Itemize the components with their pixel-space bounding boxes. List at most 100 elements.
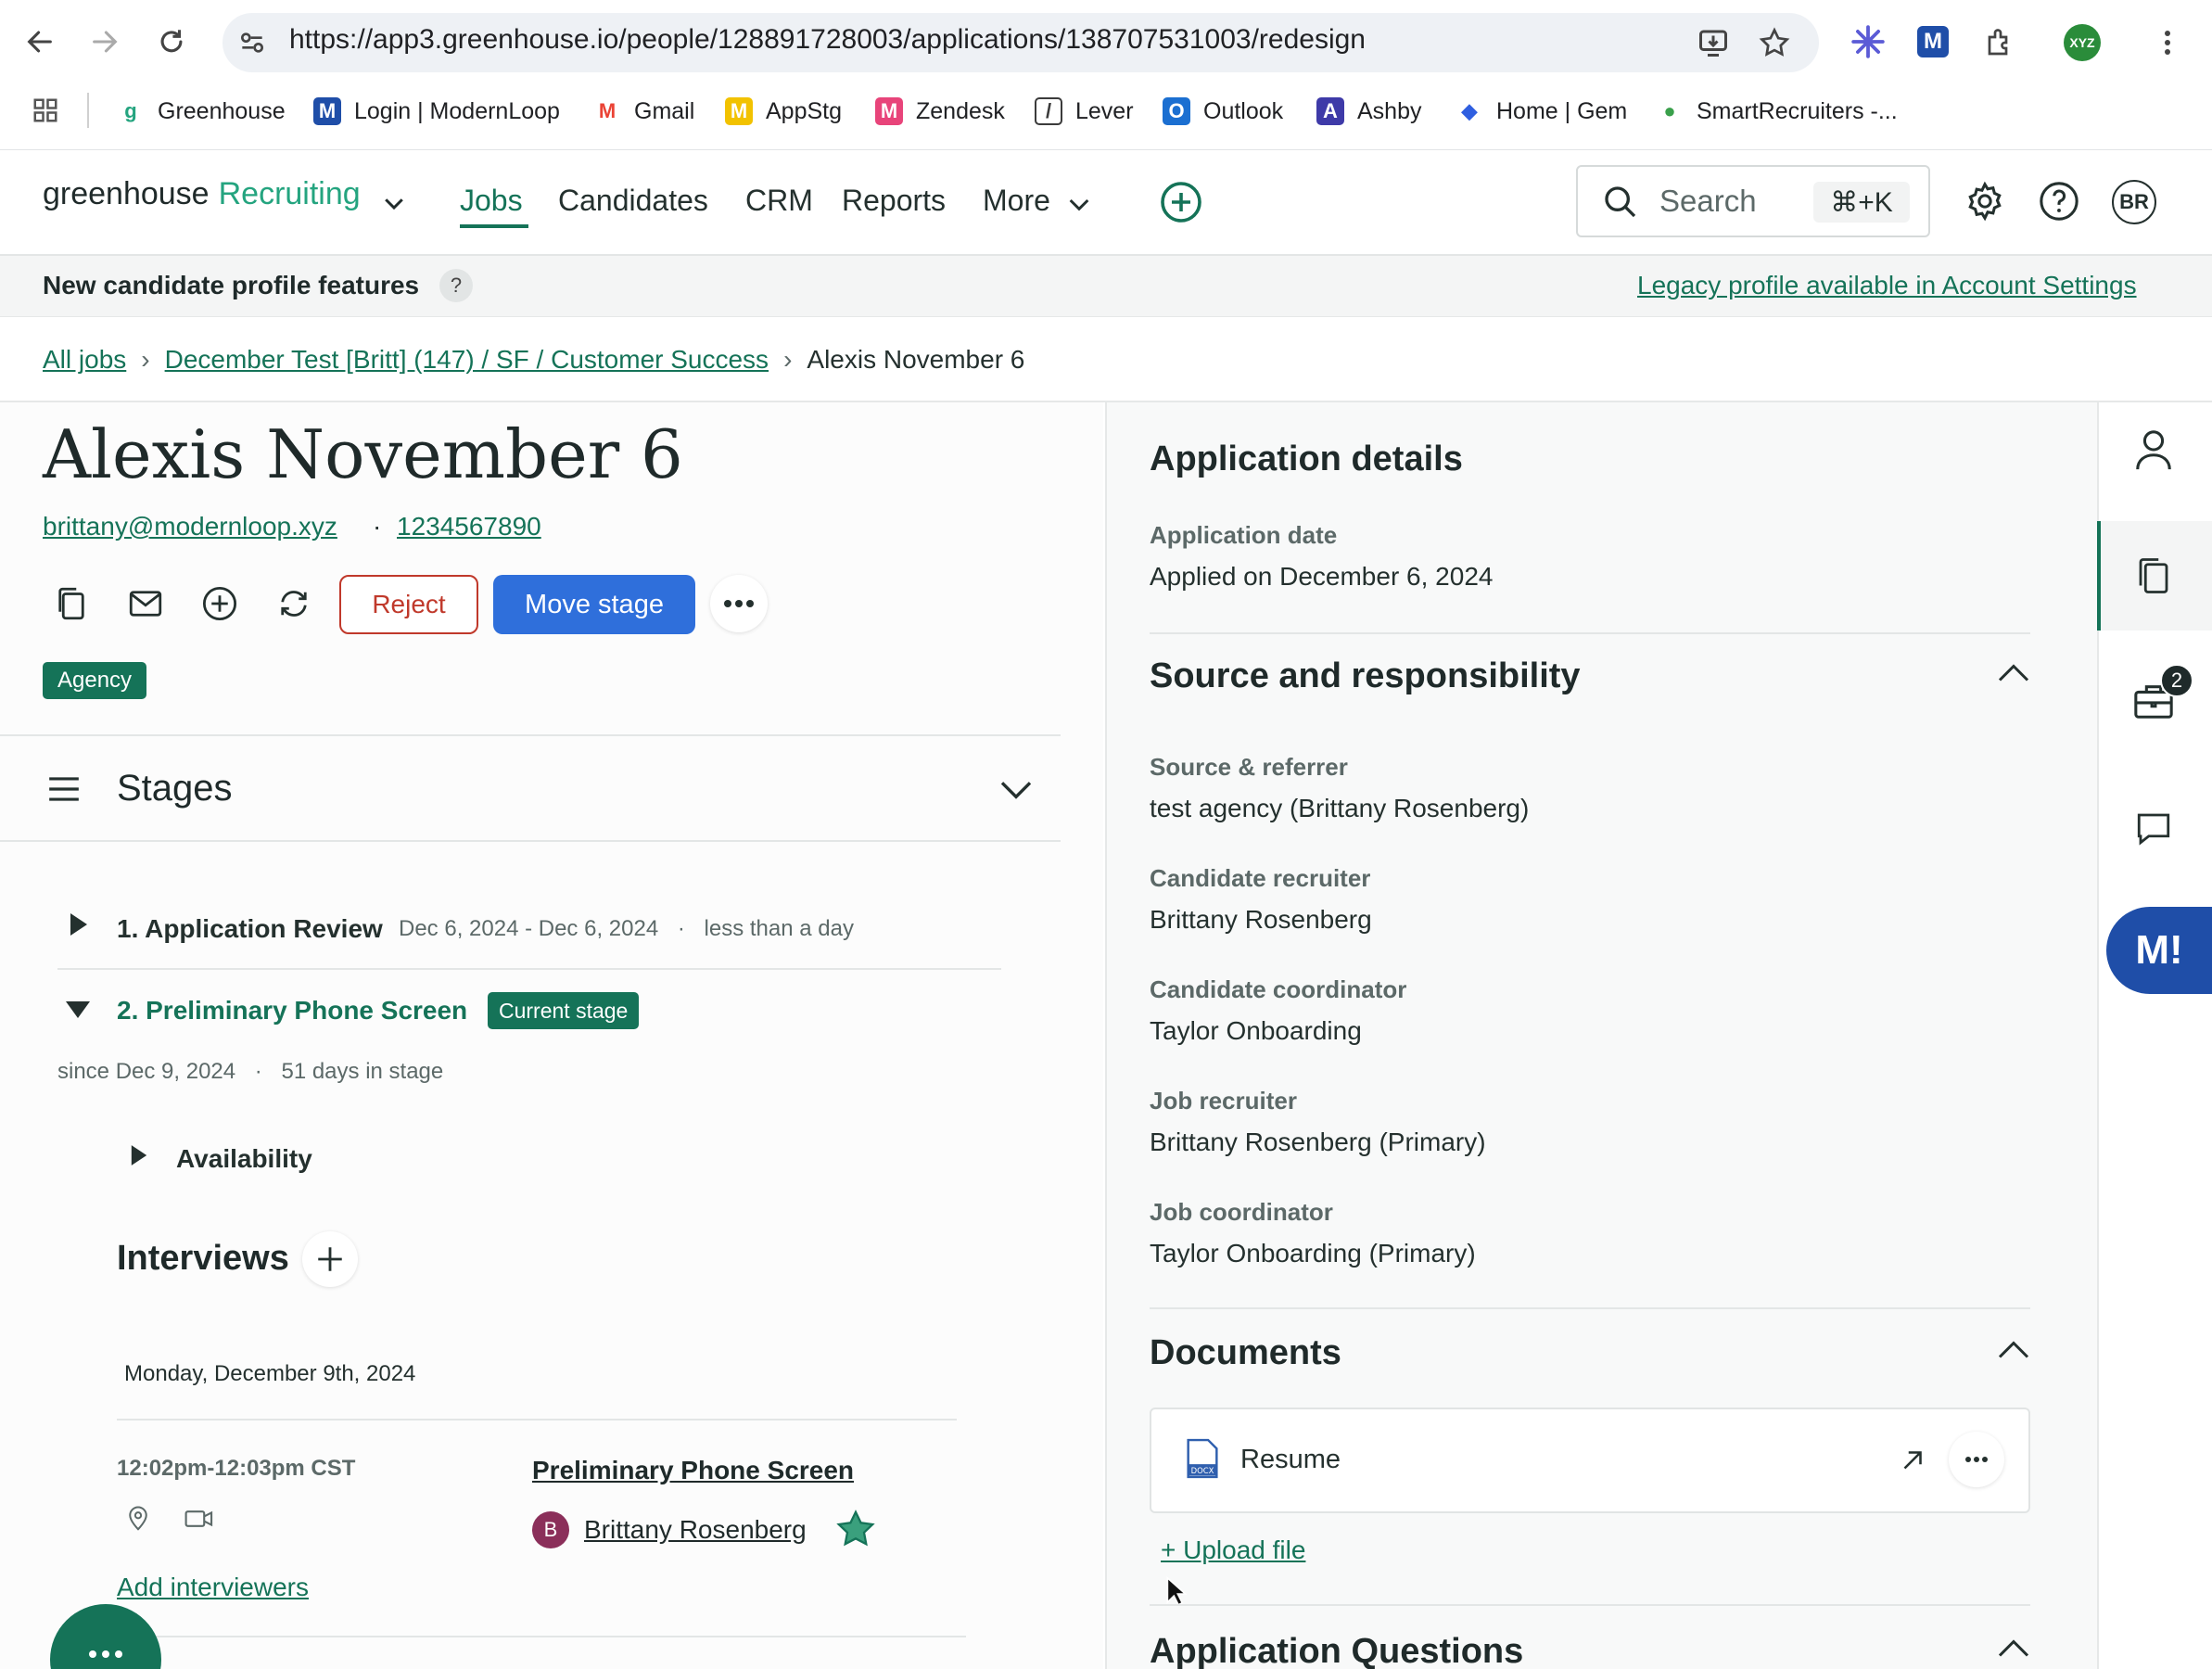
bookmark-gem[interactable]: ◆ Home | Gem [1456,96,1627,126]
stage-1-dates: Dec 6, 2024 - Dec 6, 2024 · less than a … [399,916,854,942]
breadcrumb-all-jobs[interactable]: All jobs [43,345,126,375]
candidate-recruiter-value: Brittany Rosenberg [1150,905,1372,934]
forward-icon[interactable] [89,26,121,57]
questions-collapse-chevron-icon[interactable] [1997,1637,2030,1660]
application-date-value: Applied on December 6, 2024 [1150,562,1494,591]
search-placeholder: Search [1659,184,1757,218]
documents-collapse-chevron-icon[interactable] [1997,1339,2030,1361]
install-app-icon[interactable] [1697,26,1730,59]
section-divider [1150,632,2030,634]
bookmark-label: Zendesk [916,97,1005,124]
greenhouse-logo[interactable]: greenhouse Recruiting [43,176,361,212]
profile-avatar[interactable]: XYZ [2064,24,2101,61]
more-chevron-icon[interactable] [1064,189,1094,219]
resume-label[interactable]: Resume [1240,1445,1341,1475]
user-avatar[interactable]: BR [2112,180,2156,224]
section-divider [1150,1307,2030,1309]
nav-jobs[interactable]: Jobs [460,184,523,218]
candidate-email-link[interactable]: brittany@modernloop.xyz [43,512,337,541]
stage-meta-separator: · [254,1059,262,1084]
breadcrumb-separator-icon: › [783,345,793,374]
nav-crm[interactable]: CRM [745,184,813,218]
nav-more[interactable]: More [983,184,1050,218]
back-icon[interactable] [24,26,56,57]
video-camera-icon [184,1504,215,1534]
copy-documents-icon[interactable] [43,575,100,632]
job-coordinator-value: Taylor Onboarding (Primary) [1150,1239,1476,1268]
stage-1-name[interactable]: 1. Application Review [117,914,383,944]
site-settings-icon[interactable] [237,28,267,57]
add-circle-icon[interactable] [191,575,248,632]
product-switcher-chevron-icon[interactable] [380,189,408,217]
add-interviewers-link[interactable]: Add interviewers [117,1573,309,1602]
source-field-label: Source & referrer [1150,753,1348,781]
logo-text: greenhouse [43,176,210,211]
stages-menu-icon[interactable] [46,773,82,805]
bookmark-greenhouse[interactable]: ɡ Greenhouse [117,96,286,126]
candidate-phone-link[interactable]: 1234567890 [397,512,541,541]
stage-days: 51 days in stage [281,1059,444,1084]
bookmark-modernloop[interactable]: M Login | ModernLoop [313,96,560,126]
modernloop-extension-icon[interactable]: M [1917,26,1949,57]
legacy-profile-link[interactable]: Legacy profile available in Account Sett… [1637,271,2137,300]
document-more-icon[interactable] [1949,1432,2004,1487]
move-stage-button[interactable]: Move stage [493,575,695,634]
add-plus-circle-icon[interactable] [1159,180,1203,224]
source-collapse-chevron-icon[interactable] [1997,662,2030,684]
interview-name-link[interactable]: Preliminary Phone Screen [532,1456,854,1485]
location-pin-icon [124,1504,152,1534]
open-external-arrow-icon[interactable] [1897,1445,1928,1476]
interviewer-avatar: B [532,1511,569,1548]
bookmark-outlook[interactable]: O Outlook [1163,96,1283,126]
profile-person-icon[interactable] [2132,427,2175,473]
bookmark-label: Ashby [1357,97,1422,124]
interview-date: Monday, December 9th, 2024 [124,1361,416,1386]
help-question-icon[interactable] [2038,180,2080,223]
stage-expand-caret-icon[interactable] [69,912,89,936]
more-actions-icon[interactable] [710,575,768,632]
availability-expand-caret-icon[interactable] [130,1144,148,1166]
candidate-coordinator-value: Taylor Onboarding [1150,1016,1362,1045]
interviewer-name-link[interactable]: Brittany Rosenberg [584,1515,807,1545]
comments-bubble-icon[interactable] [2134,809,2173,847]
job-recruiter-value: Brittany Rosenberg (Primary) [1150,1128,1486,1156]
stage-duration: less than a day [704,916,854,941]
bookmark-star-icon[interactable] [1758,26,1791,59]
stage-2-name[interactable]: 2. Preliminary Phone Screen [117,996,467,1026]
reload-icon[interactable] [156,26,187,57]
source-field-value: test agency (Brittany Rosenberg) [1150,794,1530,822]
stage-dates: Dec 6, 2024 - Dec 6, 2024 [399,916,659,941]
reject-button[interactable]: Reject [339,575,478,634]
nav-reports[interactable]: Reports [842,184,946,218]
stage-collapse-caret-icon[interactable] [65,1000,91,1020]
bookmark-zendesk[interactable]: M Zendesk [875,96,1005,126]
modernloop-launcher-button[interactable]: M! [2106,907,2212,994]
application-docs-icon[interactable] [2134,554,2173,597]
apps-grid-icon[interactable] [32,96,59,124]
settings-gear-icon[interactable] [1964,180,2006,223]
transfer-cycle-icon[interactable] [265,575,323,632]
stages-collapse-chevron-icon[interactable] [998,773,1035,805]
bookmark-lever[interactable]: / Lever [1035,96,1134,126]
banner-help-icon[interactable]: ? [439,269,473,302]
bookmark-label: SmartRecruiters -... [1697,97,1898,124]
add-interview-plus-icon[interactable] [302,1231,358,1287]
upload-file-link[interactable]: + Upload file [1161,1535,1305,1565]
extension-snowflake-icon[interactable] [1850,24,1886,59]
bookmark-label: Outlook [1203,97,1284,124]
browser-menu-icon[interactable] [2156,26,2179,59]
nav-candidates[interactable]: Candidates [558,184,708,218]
breadcrumb-job[interactable]: December Test [Britt] (147) / SF / Custo… [165,345,769,375]
star-icon[interactable] [834,1508,877,1550]
breadcrumb: All jobs › December Test [Britt] (147) /… [43,345,1024,375]
availability-label[interactable]: Availability [176,1144,312,1174]
extensions-puzzle-icon[interactable] [1984,26,2017,59]
bookmark-appstg[interactable]: M AppStg [725,96,842,126]
contact-separator: · [373,512,382,541]
bookmark-gmail[interactable]: M Gmail [593,96,694,126]
candidate-name: Alexis November 6 [43,415,683,493]
email-envelope-icon[interactable] [117,575,174,632]
application-date-label: Application date [1150,521,1338,549]
bookmark-smartrecruiters[interactable]: ● SmartRecruiters -... [1656,96,1898,126]
bookmark-ashby[interactable]: A Ashby [1316,96,1421,126]
